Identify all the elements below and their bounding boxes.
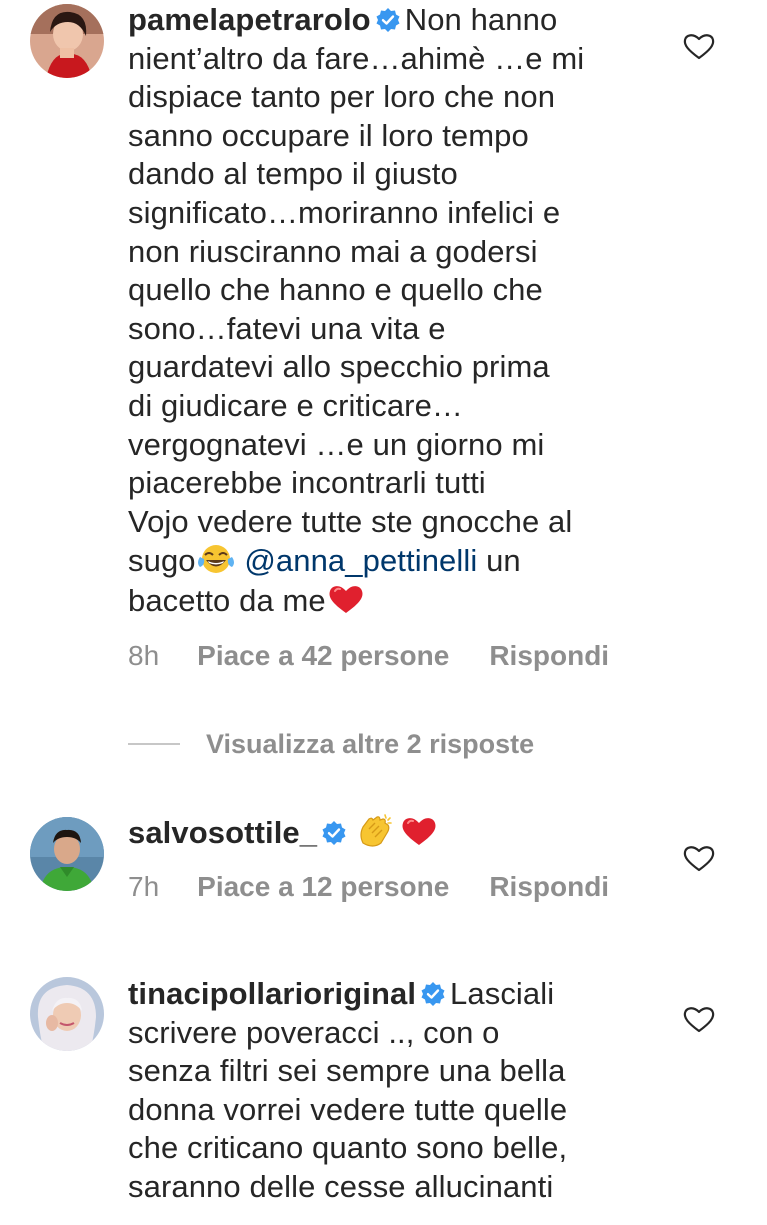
comment-text-line: bacetto da me [128,581,673,621]
comment-text-segment: un [477,543,521,579]
replies-divider-line [128,743,180,745]
comment-text-line: non riusciranno mai a godersi [128,233,538,269]
comment-text-line: piacerebbe incontrarli tutti [128,465,486,501]
comment-meta: 8h Piace a 42 persone Rispondi [128,640,609,672]
comment-text-line: Lasciali [450,976,555,1011]
avatar-tinacipollarioriginal[interactable] [30,977,104,1051]
heart-outline-icon [683,1007,715,1033]
comment-text-line: guardatevi allo specchio prima [128,349,550,385]
mention-link[interactable]: @anna_pettinelli [244,543,477,578]
comment-text-line: nient’altro da fare…ahimè …e mi [128,40,585,76]
username[interactable]: pamelapetrarolo [128,2,371,37]
comment-text-line: sanno occupare il loro tempo [128,117,529,153]
avatar-salvosottile[interactable] [30,817,104,891]
comment-text-line: sugo @anna_pettinelli un [128,541,673,581]
like-button[interactable] [682,1004,716,1034]
comment-text-line: sono…fatevi una vita e [128,310,446,346]
comment-text-line: donna vorrei vedere tutte quelle [128,1091,568,1127]
comment-text: pamelapetrarolo Non hanno nient’altro da … [128,1,673,621]
comment-text-line: dispiace tanto per loro che non [128,79,556,115]
comment-timestamp: 8h [128,640,160,671]
like-button[interactable] [682,31,716,61]
clapping-hands-icon [360,814,392,847]
comment-text-line: che criticano quanto sono belle, [128,1130,568,1166]
comment-text-line: Vojo vedere tutte ste gnocche al [128,503,573,539]
comment-line-1: tinacipollarioriginal Lasciali [128,975,673,1014]
verified-badge-icon [322,821,346,845]
comment-text-line: di giudicare e criticare… [128,387,464,423]
comment-text-line: quello che hanno e quello che [128,272,543,308]
reply-button[interactable]: Rispondi [489,640,609,672]
comment-text-segment: sugo [128,543,196,579]
avatar-pamelapetrarolo[interactable] [30,4,104,78]
reply-button[interactable]: Rispondi [489,871,609,903]
comment-text-line: vergognatevi …e un giorno mi [128,426,545,462]
avatar-image [30,4,104,78]
comment-text-line: senza filtri sei sempre una bella [128,1053,566,1089]
comment-text-line: dando al tempo il giusto [128,156,458,192]
username[interactable]: tinacipollarioriginal [128,976,416,1011]
verified-badge-icon [376,8,400,32]
comment-text: tinacipollarioriginal Lasciali scrivere p… [128,975,673,1207]
comment-timestamp: 7h [128,871,160,902]
comment-line-1: pamelapetrarolo Non hanno [128,1,673,40]
heart-outline-icon [683,846,715,872]
avatar-image [30,977,104,1051]
comment-text-line: scrivere poveracci .., con o [128,1014,500,1050]
view-more-replies-button[interactable]: Visualizza altre 2 risposte [128,726,534,762]
view-more-replies-label: Visualizza altre 2 risposte [206,728,535,759]
comment-text-line: saranno delle cesse allucinanti [128,1168,554,1204]
comment-line-1: salvosottile_ [128,813,673,853]
verified-badge-icon [421,982,445,1006]
face-with-tears-of-joy-icon [197,545,234,574]
likes-count-link[interactable]: Piace a 42 persone [197,640,449,672]
comment-text-line: Non hanno [404,2,558,37]
comment-meta: 7h Piace a 12 persone Rispondi [128,871,609,903]
red-heart-icon [402,818,436,845]
heart-outline-icon [683,34,715,60]
username[interactable]: salvosottile_ [128,815,317,850]
comment-text: salvosottile_ [128,813,673,853]
comment-text-line: significato…moriranno infelici e [128,194,561,230]
like-button[interactable] [682,843,716,873]
comment-text-segment: bacetto da me [128,582,326,618]
red-heart-icon [329,586,363,613]
likes-count-link[interactable]: Piace a 12 persone [197,871,449,903]
avatar-image [30,817,104,891]
